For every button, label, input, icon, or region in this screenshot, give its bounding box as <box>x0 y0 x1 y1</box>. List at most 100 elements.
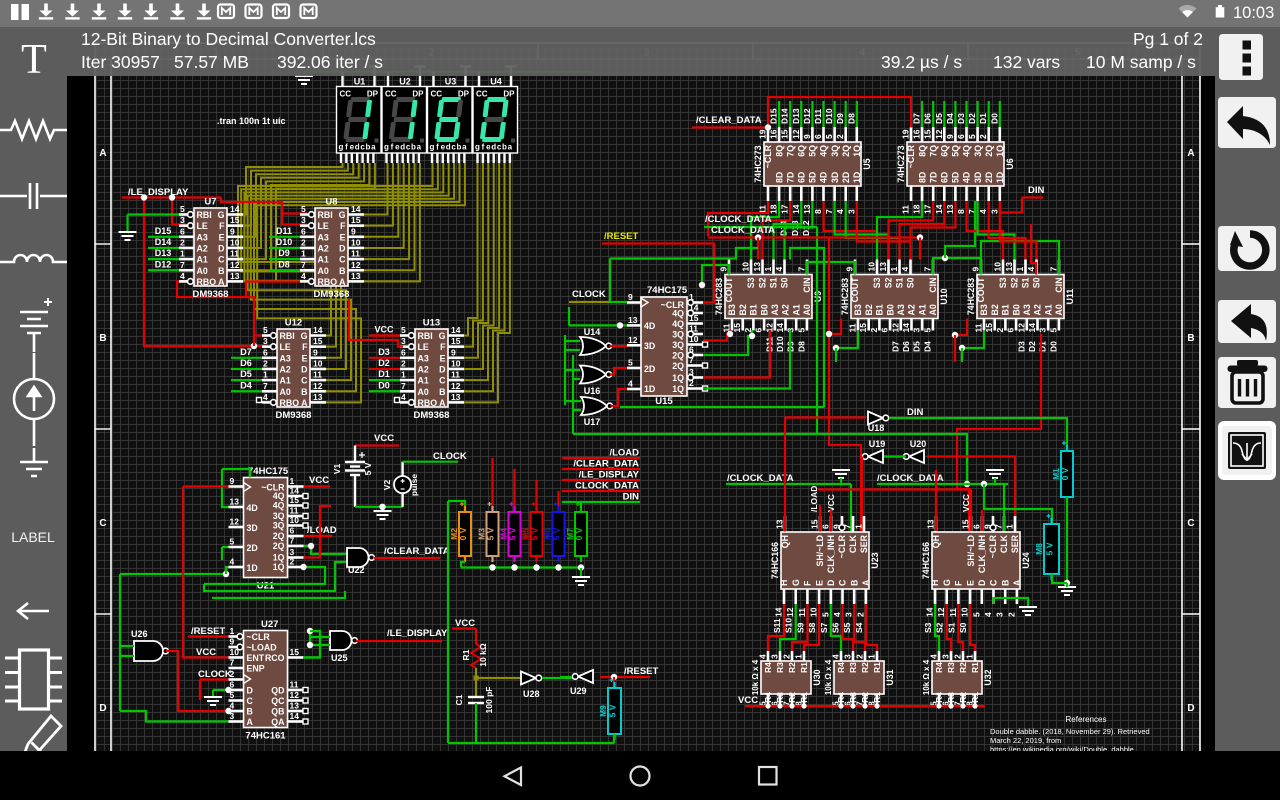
svg-text:V1: V1 <box>332 464 342 475</box>
svg-text:b: b <box>366 143 371 152</box>
svg-text:5: 5 <box>180 204 185 214</box>
svg-text:12: 12 <box>791 129 801 139</box>
svg-text:15: 15 <box>313 336 323 346</box>
svg-text:S6: S6 <box>831 622 841 633</box>
svg-text:12: 12 <box>890 323 900 333</box>
svg-text:U16: U16 <box>584 386 601 396</box>
svg-text:74HC283: 74HC283 <box>714 278 724 315</box>
svg-text:1: 1 <box>965 654 975 659</box>
svg-text:7: 7 <box>230 658 235 668</box>
svg-text:D2: D2 <box>378 358 390 368</box>
svg-text:5 V: 5 V <box>486 527 496 540</box>
svg-text:7: 7 <box>843 524 853 529</box>
svg-text:7: 7 <box>301 260 306 270</box>
svg-text:QD: QD <box>271 686 284 696</box>
svg-text:9: 9 <box>719 267 729 272</box>
svg-text:U17: U17 <box>584 417 601 427</box>
svg-text:U20: U20 <box>910 439 927 449</box>
svg-text:19: 19 <box>901 129 911 139</box>
svg-text:F: F <box>302 342 308 352</box>
svg-text:R3: R3 <box>775 692 785 703</box>
svg-text:C: C <box>339 255 346 265</box>
svg-text:CIN: CIN <box>928 278 938 293</box>
svg-text:E: E <box>965 580 975 586</box>
svg-text:2D: 2D <box>984 172 994 183</box>
svg-text:6: 6 <box>956 134 966 139</box>
svg-text:VCC: VCC <box>826 494 836 512</box>
svg-text:SER: SER <box>1010 534 1020 553</box>
svg-text:3: 3 <box>263 336 268 346</box>
svg-text:U18: U18 <box>868 423 885 433</box>
svg-text:D10: D10 <box>775 336 785 352</box>
svg-text:B: B <box>339 266 345 276</box>
svg-text:A1: A1 <box>318 255 329 265</box>
svg-text:3: 3 <box>843 654 853 659</box>
svg-text:3D: 3D <box>830 172 840 183</box>
svg-text:0 V: 0 V <box>1060 467 1070 480</box>
svg-text:14: 14 <box>774 607 784 617</box>
svg-text:QA: QA <box>271 717 285 727</box>
svg-text:B: B <box>301 387 307 397</box>
svg-text:4: 4 <box>774 267 784 272</box>
svg-text:A: A <box>301 398 308 408</box>
svg-text:2: 2 <box>290 557 295 567</box>
svg-text:0 V: 0 V <box>458 527 468 540</box>
svg-text:3: 3 <box>401 336 406 346</box>
svg-text:10:03: 10:03 <box>1233 4 1274 22</box>
svg-text:/RESET: /RESET <box>604 231 639 242</box>
svg-text:5: 5 <box>820 612 830 617</box>
svg-text:4: 4 <box>835 209 845 214</box>
svg-text:3: 3 <box>1038 328 1048 333</box>
svg-text:3: 3 <box>846 209 856 214</box>
svg-text:D1: D1 <box>978 113 988 124</box>
svg-text:74HC283: 74HC283 <box>840 278 850 315</box>
svg-text:d: d <box>446 143 451 152</box>
svg-text:74HC273: 74HC273 <box>896 145 906 182</box>
svg-text:R2: R2 <box>860 692 870 703</box>
svg-text:CIN: CIN <box>1054 278 1064 293</box>
svg-text:13: 13 <box>926 519 936 529</box>
svg-text:A3: A3 <box>280 353 291 363</box>
svg-text:11: 11 <box>290 680 299 690</box>
svg-text:15: 15 <box>230 215 240 225</box>
svg-text:A0: A0 <box>197 266 208 276</box>
svg-text:D5: D5 <box>912 341 922 352</box>
svg-text:13: 13 <box>313 392 323 402</box>
svg-text:7: 7 <box>797 267 807 272</box>
svg-text:13: 13 <box>945 204 955 214</box>
svg-text:D13: D13 <box>155 248 172 258</box>
svg-text:D: D <box>99 703 106 714</box>
svg-text:1: 1 <box>180 249 185 259</box>
svg-text:R1: R1 <box>970 692 980 703</box>
svg-text:4D: 4D <box>962 172 972 183</box>
svg-text:6: 6 <box>263 347 268 357</box>
svg-text:13: 13 <box>351 271 361 281</box>
svg-text:14: 14 <box>351 204 361 214</box>
svg-text:U24: U24 <box>1021 552 1031 568</box>
svg-text:S3: S3 <box>998 277 1008 288</box>
svg-text:15: 15 <box>290 495 300 505</box>
svg-text:CLK: CLK <box>848 534 858 553</box>
svg-text:2Q: 2Q <box>273 541 285 551</box>
svg-text:B1: B1 <box>749 304 759 315</box>
svg-text:4: 4 <box>978 209 988 214</box>
svg-text:b: b <box>457 143 462 152</box>
svg-text:COUT: COUT <box>976 277 986 303</box>
svg-text:B: B <box>218 266 224 276</box>
svg-text:8Q: 8Q <box>917 145 927 157</box>
svg-text:B: B <box>1187 333 1194 344</box>
svg-text:6: 6 <box>301 226 306 236</box>
svg-text:S3: S3 <box>746 277 756 288</box>
svg-text:U11: U11 <box>1065 289 1075 305</box>
svg-text:F: F <box>954 580 964 586</box>
svg-text:E: E <box>814 580 824 586</box>
svg-text:S0: S0 <box>1032 277 1042 288</box>
svg-text:B0: B0 <box>759 304 769 315</box>
svg-text:S4: S4 <box>854 622 864 633</box>
svg-text:E: E <box>340 232 346 242</box>
svg-text:3: 3 <box>770 654 780 659</box>
svg-text:2: 2 <box>401 358 406 368</box>
svg-text:7: 7 <box>994 524 1004 529</box>
svg-text:57.57 MB: 57.57 MB <box>174 52 249 72</box>
svg-text:10: 10 <box>313 358 323 368</box>
